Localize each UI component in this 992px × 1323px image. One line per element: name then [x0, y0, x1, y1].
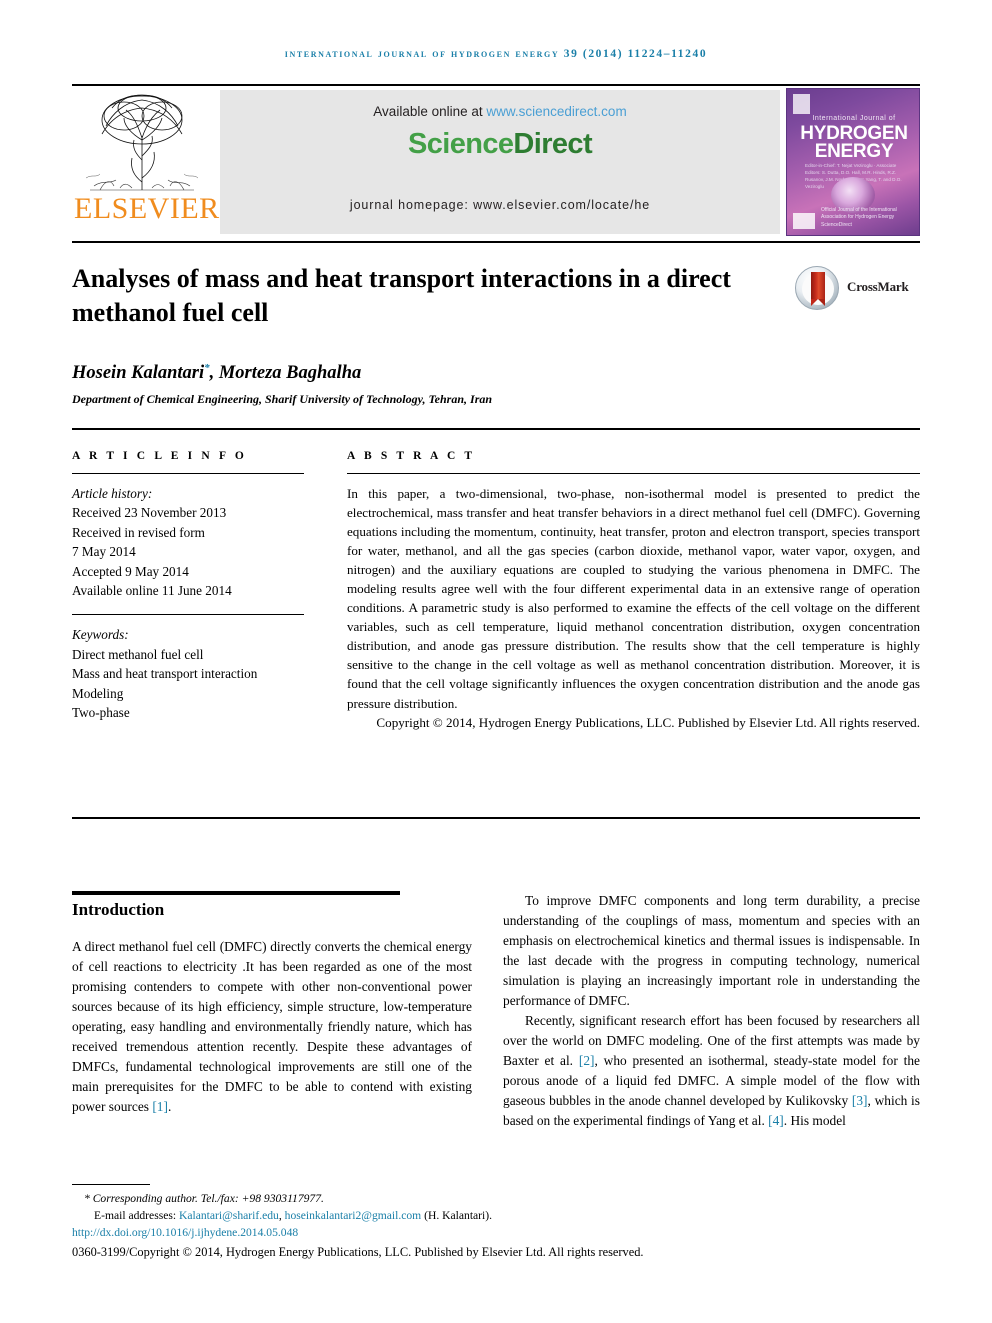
corresponding-author-note: * Corresponding author. Tel./fax: +98 93…	[84, 1192, 324, 1205]
paragraph: To improve DMFC components and long term…	[503, 891, 920, 1011]
article-info-column: A R T I C L E I N F O Article history: R…	[72, 450, 304, 722]
email-link-2[interactable]: hoseinkalantari2@gmail.com	[285, 1209, 422, 1222]
author-1: Hosein Kalantari	[72, 363, 205, 384]
citation-ref-4[interactable]: [4]	[768, 1113, 784, 1128]
crossmark-label: CrossMark	[847, 279, 909, 294]
header-rule-bottom	[72, 241, 920, 243]
intro-paragraph-1-tail: .	[167, 1098, 172, 1114]
footnote-rule	[72, 1184, 150, 1185]
abstract-rule	[347, 473, 920, 474]
intro-paragraph-1: A direct methanol fuel cell (DMFC) direc…	[72, 939, 472, 1114]
keyword-item: Direct methanol fuel cell	[72, 646, 204, 662]
article-history-item: Available online 11 June 2014	[72, 583, 232, 599]
crossmark-badge[interactable]: CrossMark	[795, 266, 920, 312]
article-info-heading: A R T I C L E I N F O	[72, 450, 247, 462]
article-history-item: Accepted 9 May 2014	[72, 563, 189, 579]
citation-ref-2[interactable]: [2]	[579, 1053, 595, 1068]
abstract-block-rule-bottom	[72, 817, 920, 819]
article-history-item: Received 23 November 2013	[72, 505, 227, 521]
article-history-item: 7 May 2014	[72, 544, 136, 560]
article-info-rule	[72, 473, 304, 474]
elsevier-tree-icon	[76, 90, 208, 195]
crossmark-icon	[795, 266, 839, 310]
introduction-rule	[72, 891, 400, 895]
available-online-prefix: Available online at	[373, 104, 487, 119]
keyword-item: Two-phase	[72, 705, 130, 721]
intro-paragraph-2: To improve DMFC components and long term…	[503, 893, 920, 1008]
article-history-item: Received in revised form	[72, 524, 205, 540]
doi-link[interactable]: http://dx.doi.org/10.1016/j.ijhydene.201…	[72, 1224, 872, 1241]
page-title: Analyses of mass and heat transport inte…	[72, 264, 731, 327]
header-rule-top	[72, 84, 920, 86]
page-footer: * Corresponding author. Tel./fax: +98 93…	[72, 1190, 872, 1262]
article-history-label: Article history:	[72, 486, 153, 501]
sciencedirect-logo-part2: Direct	[513, 128, 593, 160]
paragraph: Recently, significant research effort ha…	[503, 1011, 920, 1131]
keywords-rule	[72, 614, 304, 616]
article-history: Article history: Received 23 November 20…	[72, 484, 304, 600]
issn-copyright-line: 0360-3199/Copyright © 2014, Hydrogen Ene…	[72, 1245, 644, 1260]
journal-cover-image: International Journal of HYDROGEN ENERGY…	[786, 88, 920, 236]
email-suffix: (H. Kalantari).	[421, 1209, 493, 1223]
paragraph: A direct methanol fuel cell (DMFC) direc…	[72, 937, 472, 1117]
author-2: , Morteza Baghalha	[209, 363, 362, 384]
cover-footer-note: Official Journal of the International As…	[821, 206, 897, 221]
keyword-item: Mass and heat transport interaction	[72, 666, 258, 682]
keywords-label: Keywords:	[72, 627, 129, 643]
crossmark-ribbon-icon	[811, 272, 825, 306]
elsevier-logo: ELSEVIER	[72, 88, 220, 236]
keyword-item: Modeling	[72, 685, 124, 701]
paper-page: International Journal of Hydrogen Energy…	[0, 0, 992, 1323]
affiliation: Department of Chemical Engineering, Shar…	[72, 392, 493, 406]
available-online-line: Available online at www.sciencedirect.co…	[220, 104, 780, 119]
citation-ref-1[interactable]: [1]	[152, 1099, 168, 1114]
email-link-1[interactable]: Kalantari@sharif.edu	[179, 1209, 279, 1222]
citation-ref-3[interactable]: [3]	[852, 1093, 868, 1108]
journal-homepage-line[interactable]: journal homepage: www.elsevier.com/locat…	[220, 198, 780, 212]
running-head: International Journal of Hydrogen Energy…	[284, 48, 708, 60]
abstract-heading: A B S T R A C T	[347, 450, 476, 462]
introduction-heading: Introduction	[72, 900, 165, 919]
abstract-block-rule-top	[72, 428, 920, 430]
journal-masthead: ELSEVIER Available online at www.science…	[72, 88, 920, 236]
sciencedirect-logo-part1: Science	[407, 128, 514, 160]
email-label: E-mail addresses:	[94, 1209, 179, 1223]
cover-title-line2: ENERGY	[814, 141, 894, 162]
cover-footer-brand: ScienceDirect	[821, 221, 852, 228]
elsevier-wordmark: ELSEVIER	[74, 192, 220, 225]
intro-paragraph-3d: . His model	[783, 1112, 846, 1128]
email-addresses-line: E-mail addresses: Kalantari@sharif.edu, …	[72, 1207, 872, 1224]
sciencedirect-band: Available online at www.sciencedirect.co…	[220, 90, 780, 234]
introduction-right-column: To improve DMFC components and long term…	[503, 891, 920, 1131]
cover-footer-text: Official Journal of the International As…	[821, 207, 919, 230]
abstract-text: In this paper, a two-dimensional, two-ph…	[347, 486, 920, 711]
keywords-list: Keywords: Direct methanol fuel cell Mass…	[72, 625, 304, 722]
abstract-column: A B S T R A C T In this paper, a two-dim…	[347, 450, 920, 732]
cover-superline: International Journal of	[812, 115, 896, 122]
sciencedirect-logo[interactable]: ScienceDirect	[220, 128, 780, 161]
sciencedirect-url[interactable]: www.sciencedirect.com	[486, 104, 626, 119]
introduction-left-column: A direct methanol fuel cell (DMFC) direc…	[72, 937, 472, 1117]
author-list: Hosein Kalantari*, Morteza Baghalha	[72, 362, 772, 384]
cover-publisher-mark-icon	[793, 94, 810, 114]
abstract-copyright: Copyright © 2014, Hydrogen Energy Public…	[376, 714, 920, 730]
cover-association-mark-icon	[793, 213, 815, 229]
